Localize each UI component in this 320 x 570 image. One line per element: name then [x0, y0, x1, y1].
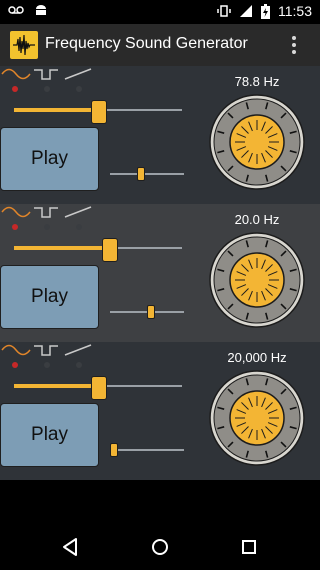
waveform-indicator-sine [12, 224, 18, 230]
recents-icon[interactable] [235, 533, 263, 561]
coarse-slider-fill [14, 246, 109, 250]
frequency-readout: 78.8 Hz [234, 74, 280, 89]
waveform-indicator-sawtooth [76, 86, 82, 92]
vibrate-icon [217, 5, 231, 17]
waveform-app-icon [10, 31, 38, 59]
overflow-menu-icon[interactable] [286, 32, 302, 58]
status-left-icons [8, 3, 48, 17]
waveform-indicator-square [44, 362, 50, 368]
fine-slider-thumb[interactable] [147, 305, 156, 319]
frequency-dial-knob[interactable] [209, 232, 305, 328]
app-title: Frequency Sound Generator [45, 35, 248, 52]
sine-wave-icon[interactable] [0, 205, 32, 219]
coarse-slider-fill [14, 384, 98, 388]
status-right-icons: 11:53 [217, 3, 312, 19]
frequency-dial-knob[interactable] [209, 94, 305, 190]
status-bar: 11:53 [0, 0, 320, 24]
status-time: 11:53 [278, 3, 312, 19]
waveform-indicator-sawtooth [76, 224, 82, 230]
play-button[interactable]: Play [0, 403, 99, 467]
square-wave-icon[interactable] [32, 67, 62, 81]
play-button[interactable]: Play [0, 265, 99, 329]
coarse-slider-thumb[interactable] [101, 238, 118, 262]
fine-frequency-slider[interactable] [110, 443, 184, 457]
navigation-bar [0, 524, 320, 570]
waveform-indicator-square [44, 224, 50, 230]
fine-frequency-slider[interactable] [110, 167, 184, 181]
coarse-slider-thumb[interactable] [91, 100, 107, 124]
fine-frequency-slider[interactable] [110, 305, 184, 319]
coarse-frequency-slider[interactable] [14, 246, 182, 250]
play-button[interactable]: Play [0, 127, 99, 191]
frequency-readout: 20.0 Hz [234, 212, 280, 227]
android-icon [36, 5, 46, 15]
square-wave-icon[interactable] [32, 205, 62, 219]
voicemail-icon [8, 6, 24, 14]
generator-panel-1: Play 78.8 Hz [0, 66, 320, 204]
sine-wave-icon[interactable] [0, 343, 32, 357]
battery-charging-icon [261, 3, 270, 19]
frequency-readout: 20,000 Hz [227, 350, 287, 365]
generator-panel-3: Play 20,000 Hz [0, 342, 320, 480]
frequency-dial-knob[interactable] [209, 370, 305, 466]
sawtooth-wave-icon[interactable] [63, 343, 93, 357]
coarse-slider-thumb[interactable] [91, 376, 107, 400]
sine-wave-icon[interactable] [0, 67, 32, 81]
signal-icon [240, 5, 252, 17]
home-icon[interactable] [146, 533, 174, 561]
waveform-indicator-sine [12, 362, 18, 368]
waveform-indicator-sawtooth [76, 362, 82, 368]
sawtooth-wave-icon[interactable] [63, 67, 93, 81]
generator-panel-2: Play 20.0 Hz [0, 204, 320, 342]
coarse-slider-fill [14, 108, 98, 112]
sawtooth-wave-icon[interactable] [63, 205, 93, 219]
app-bar: Frequency Sound Generator [0, 24, 320, 66]
fine-slider-thumb[interactable] [110, 443, 118, 457]
waveform-indicator-sine [12, 86, 18, 92]
waveform-indicator-square [44, 86, 50, 92]
fine-slider-thumb[interactable] [137, 167, 146, 181]
square-wave-icon[interactable] [32, 343, 62, 357]
back-icon[interactable] [56, 533, 84, 561]
